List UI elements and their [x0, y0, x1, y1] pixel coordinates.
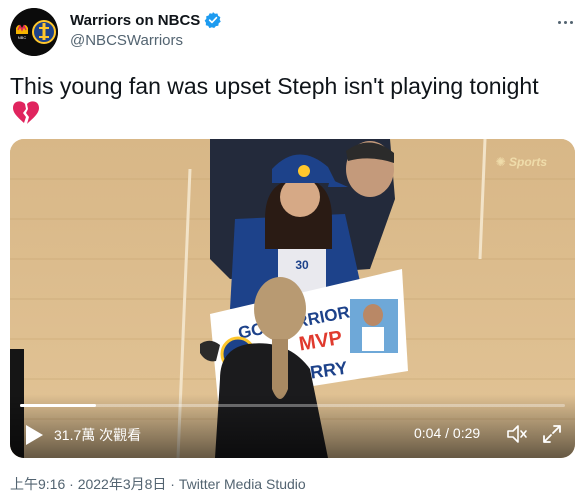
play-button-icon[interactable]: [24, 424, 44, 446]
nbcs-warriors-logo-icon: NBC: [10, 8, 58, 56]
more-options-icon[interactable]: [555, 12, 575, 32]
verified-badge-icon: [204, 12, 222, 29]
broken-heart-icon: [13, 101, 39, 124]
nbc-sports-watermark: ✺ Sports: [495, 155, 547, 169]
view-count: 31.7萬 次觀看: [54, 427, 142, 443]
tweet-text: This young fan was upset Steph isn't pla…: [10, 73, 539, 99]
peacock-icon: ✺: [495, 155, 509, 169]
tweet-timestamp[interactable]: 上午9:16 · 2022年3月8日 · Twitter Media Studi…: [10, 474, 306, 494]
svg-text:NBC: NBC: [18, 35, 27, 40]
tweet-header: NBC Warriors on NBCS @NBCSWarriors: [10, 8, 575, 56]
display-name[interactable]: Warriors on NBCS: [70, 12, 200, 29]
video-player[interactable]: 30 GO WARRIORS! MVP CURRY ✺ Sports 31.7萬…: [10, 139, 575, 458]
svg-text:30: 30: [295, 258, 309, 272]
progress-fill: [20, 404, 97, 407]
name-row: Warriors on NBCS: [70, 11, 222, 29]
progress-bar[interactable]: [20, 404, 565, 407]
avatar[interactable]: NBC: [10, 8, 58, 56]
video-time: 0:04 / 0:29: [414, 425, 481, 441]
fullscreen-icon[interactable]: [542, 424, 562, 444]
volume-icon[interactable]: [506, 423, 528, 445]
handle[interactable]: @NBCSWarriors: [70, 32, 183, 49]
